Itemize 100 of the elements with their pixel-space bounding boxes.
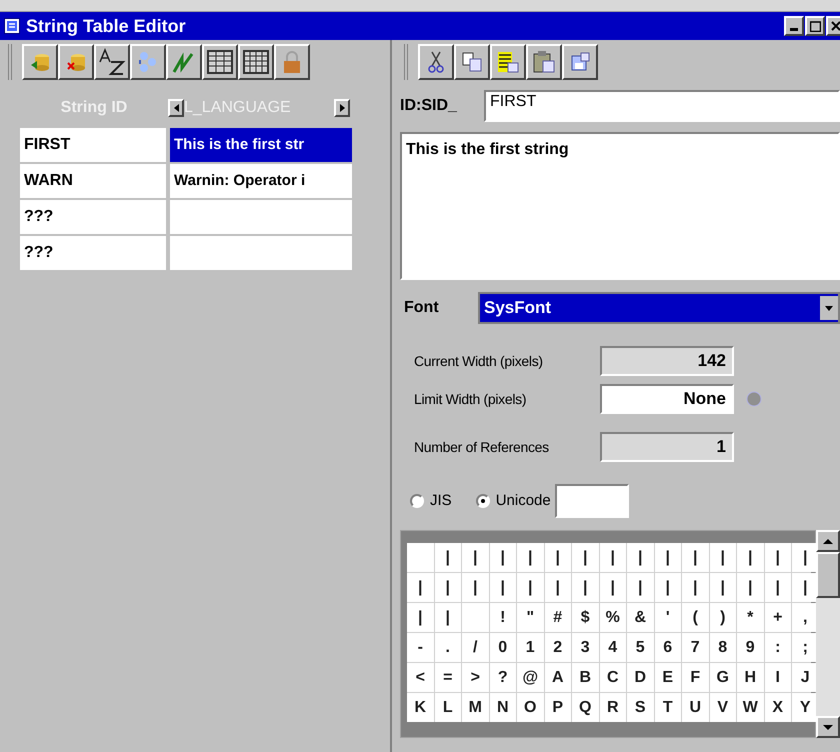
character-cell[interactable]: M (462, 693, 488, 722)
character-cell[interactable]: I (764, 663, 791, 692)
export-button[interactable] (562, 44, 598, 80)
character-cell[interactable]: N (490, 693, 516, 722)
character-cell[interactable]: 5 (627, 633, 654, 662)
character-cell[interactable]: 0 (490, 633, 516, 662)
signature-button[interactable] (166, 44, 202, 80)
character-cell[interactable]: Q (572, 693, 598, 722)
character-cell[interactable]: ) (710, 603, 736, 632)
table-row[interactable]: ??? (20, 200, 390, 234)
character-cell[interactable]: G (710, 663, 736, 692)
character-cell[interactable]: | (710, 573, 736, 602)
character-cell[interactable] (407, 543, 434, 572)
character-cell[interactable]: X (764, 693, 791, 722)
character-cell[interactable]: | (462, 573, 488, 602)
character-cell[interactable]: | (627, 573, 654, 602)
font-dropdown[interactable]: SysFont (478, 292, 840, 324)
character-cell[interactable]: | (490, 543, 516, 572)
character-cell[interactable]: | (407, 603, 434, 632)
character-cell[interactable]: | (682, 543, 708, 572)
table-view-button[interactable] (202, 44, 238, 80)
character-cell[interactable]: ? (490, 663, 516, 692)
character-cell[interactable]: - (407, 633, 434, 662)
lock-button[interactable] (274, 44, 310, 80)
character-cell[interactable]: = (434, 663, 461, 692)
character-cell[interactable]: | (434, 603, 461, 632)
minimize-button[interactable] (784, 16, 804, 36)
character-cell[interactable]: | (462, 543, 488, 572)
code-field[interactable] (554, 484, 629, 518)
add-string-button[interactable] (22, 44, 58, 80)
character-cell[interactable]: | (764, 573, 791, 602)
character-cell[interactable]: | (737, 543, 764, 572)
scroll-up-button[interactable] (816, 530, 840, 552)
refresh-button[interactable] (130, 44, 166, 80)
character-cell[interactable]: O (517, 693, 544, 722)
character-cell[interactable]: | (517, 573, 544, 602)
character-cell[interactable]: ' (654, 603, 681, 632)
character-cell[interactable]: F (682, 663, 708, 692)
character-cell[interactable]: | (764, 543, 791, 572)
character-cell[interactable]: # (544, 603, 571, 632)
character-cell[interactable]: 1 (517, 633, 544, 662)
character-cell[interactable]: | (682, 573, 708, 602)
character-cell[interactable]: H (737, 663, 764, 692)
character-cell[interactable]: L (434, 693, 461, 722)
delete-string-button[interactable] (58, 44, 94, 80)
character-cell[interactable]: | (627, 543, 654, 572)
table-row[interactable]: WARN Warnin: Operator i (20, 164, 390, 198)
character-cell[interactable]: % (600, 603, 626, 632)
grid-view-button[interactable] (238, 44, 274, 80)
character-cell[interactable]: 3 (572, 633, 598, 662)
character-cell[interactable]: | (434, 543, 461, 572)
character-cell[interactable]: 2 (544, 633, 571, 662)
character-cell[interactable]: ! (490, 603, 516, 632)
character-cell[interactable]: < (407, 663, 434, 692)
character-cell[interactable]: | (434, 573, 461, 602)
character-cell[interactable]: 9 (737, 633, 764, 662)
character-cell[interactable]: T (654, 693, 681, 722)
copy-button[interactable] (454, 44, 490, 80)
character-cell[interactable]: 7 (682, 633, 708, 662)
close-button[interactable] (826, 16, 840, 36)
character-cell[interactable]: P (544, 693, 571, 722)
character-cell[interactable] (462, 603, 488, 632)
character-cell[interactable]: | (600, 573, 626, 602)
character-cell[interactable]: | (544, 573, 571, 602)
character-cell[interactable]: K (407, 693, 434, 722)
character-cell[interactable]: . (434, 633, 461, 662)
character-cell[interactable]: : (764, 633, 791, 662)
character-cell[interactable]: / (462, 633, 488, 662)
character-cell[interactable]: | (517, 543, 544, 572)
character-cell[interactable]: | (710, 543, 736, 572)
character-cell[interactable]: ( (682, 603, 708, 632)
character-cell[interactable]: V (710, 693, 736, 722)
string-text-area[interactable]: This is the first string (400, 132, 840, 280)
character-cell[interactable]: | (737, 573, 764, 602)
sort-button[interactable] (94, 44, 130, 80)
table-row[interactable]: FIRST This is the first str (20, 128, 390, 162)
character-cell[interactable]: C (600, 663, 626, 692)
character-cell[interactable]: | (490, 573, 516, 602)
id-field[interactable]: FIRST (484, 90, 840, 122)
maximize-button[interactable] (805, 16, 825, 36)
character-cell[interactable]: $ (572, 603, 598, 632)
character-cell[interactable]: R (600, 693, 626, 722)
character-cell[interactable]: @ (517, 663, 544, 692)
value-field[interactable]: None (600, 384, 734, 414)
character-cell[interactable]: S (627, 693, 654, 722)
character-cell[interactable]: W (737, 693, 764, 722)
character-cell[interactable]: 8 (710, 633, 736, 662)
character-cell[interactable]: | (572, 573, 598, 602)
character-cell[interactable]: E (654, 663, 681, 692)
character-cell[interactable]: | (544, 543, 571, 572)
character-cell[interactable]: + (764, 603, 791, 632)
character-cell[interactable]: 4 (600, 633, 626, 662)
radio-option[interactable]: JIS (410, 490, 452, 512)
radio-option[interactable]: Unicode (476, 490, 551, 512)
character-cell[interactable]: B (572, 663, 598, 692)
scroll-down-button[interactable] (816, 716, 840, 738)
character-cell[interactable]: > (462, 663, 488, 692)
paste-button[interactable] (526, 44, 562, 80)
character-cell[interactable]: * (737, 603, 764, 632)
character-cell[interactable]: " (517, 603, 544, 632)
